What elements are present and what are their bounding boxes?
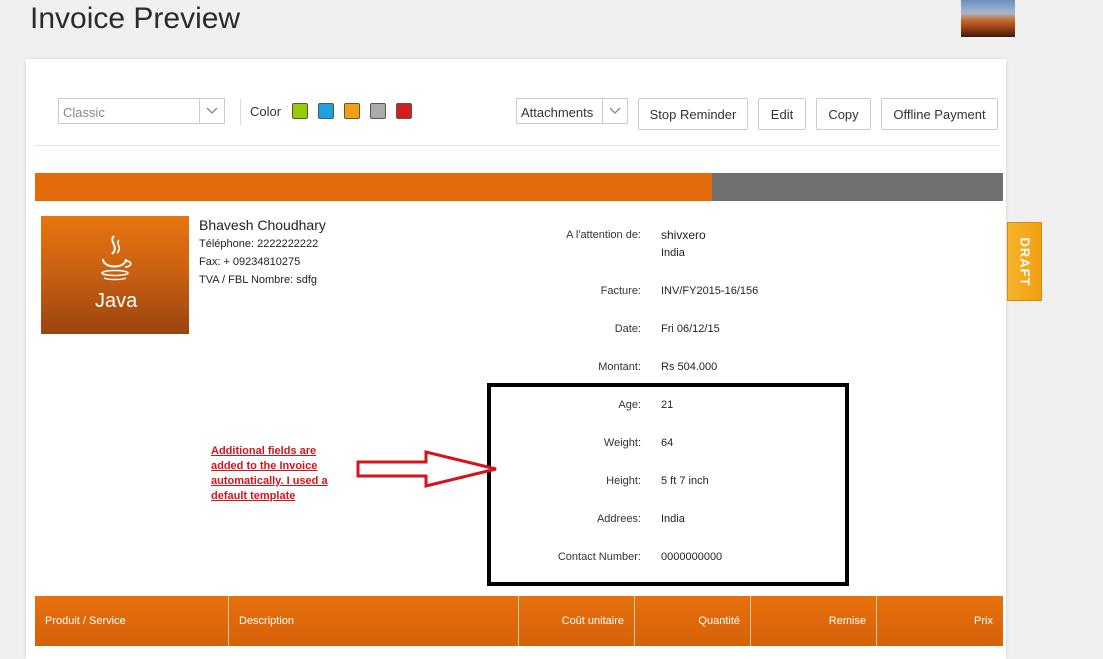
company-details: Bhavesh Choudhary Téléphone: 2222222222 … (199, 216, 326, 289)
chevron-down-icon[interactable] (602, 99, 627, 123)
column-header-unit-cost: Coût unitaire (519, 596, 635, 646)
column-header-price: Prix (974, 615, 993, 627)
attention-label: A l'attention de: (566, 229, 641, 241)
column-header-product: Produit / Service (35, 596, 229, 646)
attachments-select-value: Attachments (521, 105, 594, 120)
annotation-note: Additional fields are added to the Invoi… (211, 445, 328, 502)
amount-label: Montant: (598, 361, 641, 373)
logo-text: Java (95, 290, 138, 312)
copy-button[interactable]: Copy (816, 98, 871, 130)
company-phone: Téléphone: 2222222222 (199, 238, 319, 250)
template-select-value: Classic (63, 105, 105, 120)
column-header-description: Description (229, 596, 519, 646)
toolbar-divider-line (34, 145, 1000, 146)
draft-status-badge: DRAFT (1007, 222, 1042, 301)
color-swatch-red[interactable] (396, 103, 412, 119)
page-title: Invoice Preview (30, 2, 241, 35)
avatar[interactable] (961, 0, 1015, 37)
invoice-card: Classic Color Attachments Stop Reminder … (26, 59, 1006, 659)
company-tax-number: TVA / FBL Nombre: sdfg (199, 274, 317, 286)
date-value: Fri 06/12/15 (661, 323, 720, 335)
stop-reminder-button[interactable]: Stop Reminder (638, 98, 748, 130)
template-select[interactable]: Classic (58, 98, 225, 124)
invoice-header-bar-accent (35, 173, 712, 201)
attention-country: India (661, 247, 685, 259)
attachments-select[interactable]: Attachments (516, 98, 628, 124)
toolbar-divider (240, 99, 241, 125)
line-items-table-header: Produit / Service Description Coût unita… (35, 596, 1003, 646)
invoice-number-value: INV/FY2015-16/156 (661, 285, 759, 297)
java-cup-icon (101, 235, 132, 281)
color-swatch-orange[interactable] (344, 103, 360, 119)
attention-value: shivxero (661, 228, 706, 242)
color-swatch-gray[interactable] (370, 103, 386, 119)
offline-payment-button[interactable]: Offline Payment (881, 98, 998, 130)
company-logo: Java (41, 216, 189, 334)
column-header-discount: Remise (751, 596, 877, 646)
color-label: Color (250, 104, 282, 119)
draft-label: DRAFT (1017, 236, 1032, 287)
invoice-header-bar-gray (712, 173, 1003, 201)
amount-value: Rs 504.000 (661, 361, 718, 373)
company-fax: Fax: + 09234810275 (199, 256, 301, 268)
color-swatch-green[interactable] (292, 103, 308, 119)
chevron-down-icon[interactable] (199, 99, 224, 123)
date-label: Date: (614, 323, 641, 335)
annotation-highlight-box (487, 383, 849, 586)
invoice-number-label: Facture: (600, 285, 641, 297)
edit-button[interactable]: Edit (758, 98, 806, 130)
color-swatch-blue[interactable] (318, 103, 334, 119)
annotation-arrow-icon (356, 450, 497, 488)
company-name: Bhavesh Choudhary (199, 217, 326, 233)
column-header-quantity: Quantité (635, 596, 751, 646)
